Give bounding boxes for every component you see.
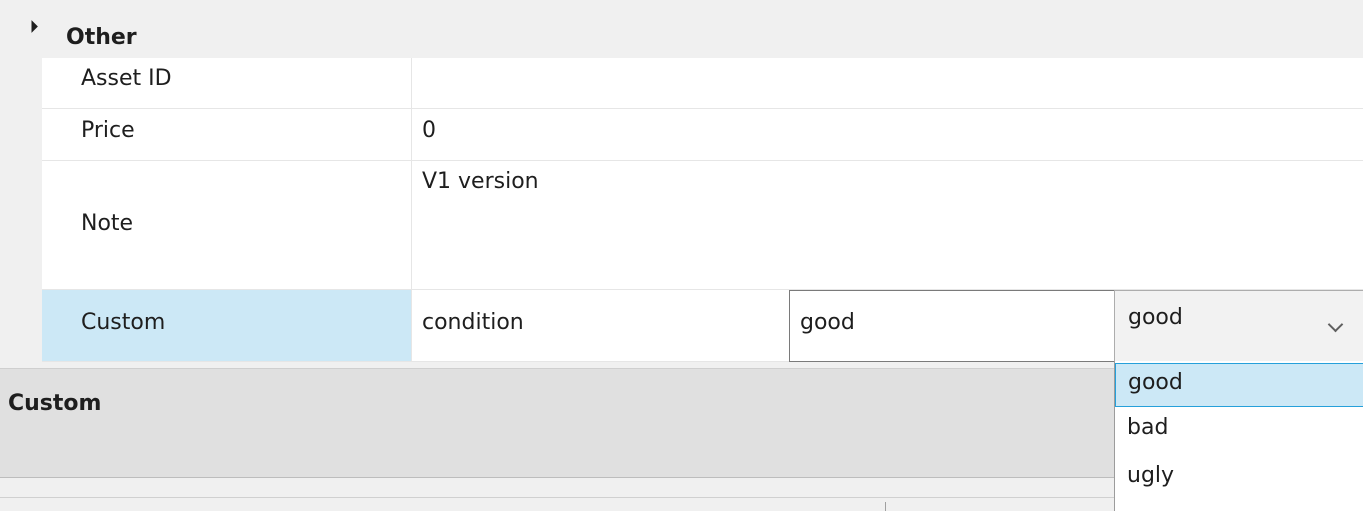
property-label: Custom xyxy=(81,310,166,335)
description-title: Custom xyxy=(8,391,102,416)
property-value-text: 0 xyxy=(422,118,436,143)
option-label: bad xyxy=(1127,415,1169,440)
chevron-down-icon[interactable] xyxy=(1327,316,1344,333)
category-header[interactable] xyxy=(0,0,1363,58)
property-value-note[interactable]: V1 version xyxy=(412,161,1363,290)
custom-key-text: condition xyxy=(422,310,524,335)
property-label: Note xyxy=(81,211,134,236)
condition-dropdown-list: good bad ugly xyxy=(1114,361,1363,511)
property-name-note[interactable]: Note xyxy=(42,161,412,290)
property-label: Price xyxy=(81,118,135,143)
dropdown-option-good[interactable]: good xyxy=(1115,363,1363,407)
property-value-asset-id[interactable] xyxy=(412,58,1363,109)
dropdown-option-bad[interactable]: bad xyxy=(1115,409,1363,453)
condition-combobox[interactable]: good xyxy=(1114,290,1363,362)
column-splitter[interactable] xyxy=(885,502,886,511)
category-title: Other xyxy=(66,25,137,50)
property-name-asset-id[interactable]: Asset ID xyxy=(42,58,412,109)
combobox-selected-text: good xyxy=(1128,305,1183,330)
custom-key-cell[interactable]: condition xyxy=(412,290,789,362)
custom-value-input[interactable]: good xyxy=(789,290,1115,362)
property-label: Asset ID xyxy=(81,66,172,91)
option-label: ugly xyxy=(1127,463,1175,488)
property-value-price[interactable]: 0 xyxy=(412,109,1363,161)
dropdown-option-ugly[interactable]: ugly xyxy=(1115,457,1363,501)
property-name-price[interactable]: Price xyxy=(42,109,412,161)
property-value-text: V1 version xyxy=(422,169,539,194)
custom-value-text: good xyxy=(800,310,855,335)
option-label: good xyxy=(1128,370,1183,395)
property-name-custom[interactable]: Custom xyxy=(42,290,412,362)
